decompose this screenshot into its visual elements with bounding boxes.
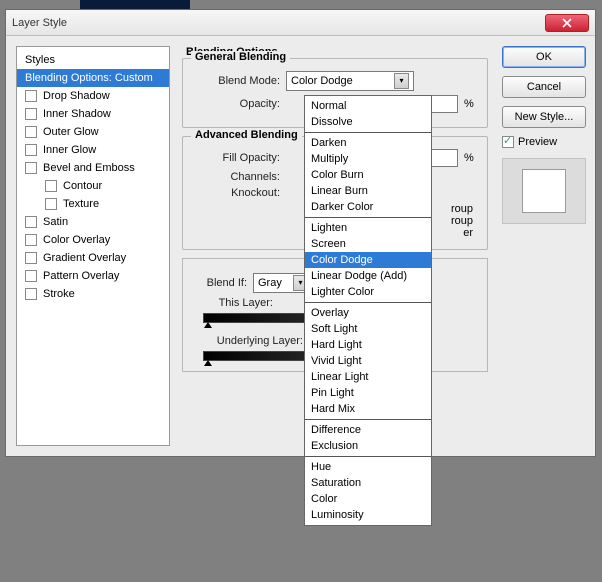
preview-label: Preview: [518, 136, 557, 148]
preview-swatch: [522, 169, 566, 213]
this-layer-label: This Layer:: [193, 297, 279, 309]
dropdown-item[interactable]: Lighter Color: [305, 284, 431, 300]
dropdown-item[interactable]: Linear Dodge (Add): [305, 268, 431, 284]
styles-item-label: Satin: [43, 216, 68, 228]
checkbox[interactable]: [25, 234, 37, 246]
dropdown-item[interactable]: Hard Light: [305, 337, 431, 353]
styles-item-label: Contour: [63, 180, 102, 192]
styles-item[interactable]: Color Overlay: [17, 231, 169, 249]
styles-item[interactable]: Bevel and Emboss: [17, 159, 169, 177]
styles-item-label: Inner Shadow: [43, 108, 111, 120]
close-button[interactable]: [545, 14, 589, 32]
dropdown-item[interactable]: Hard Mix: [305, 401, 431, 417]
ok-button[interactable]: OK: [502, 46, 586, 68]
dropdown-item[interactable]: Soft Light: [305, 321, 431, 337]
general-blending-title: General Blending: [191, 51, 290, 63]
styles-item[interactable]: Drop Shadow: [17, 87, 169, 105]
styles-panel: Styles Blending Options: Custom Drop Sha…: [16, 46, 170, 446]
styles-item[interactable]: Inner Shadow: [17, 105, 169, 123]
dropdown-item[interactable]: Saturation: [305, 475, 431, 491]
checkbox[interactable]: [25, 216, 37, 228]
percent-label: %: [464, 98, 474, 110]
styles-item[interactable]: Satin: [17, 213, 169, 231]
checkbox[interactable]: [25, 144, 37, 156]
styles-item[interactable]: Inner Glow: [17, 141, 169, 159]
blend-mode-combo[interactable]: Color Dodge ▾: [286, 71, 414, 91]
checkbox[interactable]: [25, 90, 37, 102]
dropdown-item[interactable]: Color Burn: [305, 167, 431, 183]
dropdown-item[interactable]: Darken: [305, 135, 431, 151]
dropdown-item[interactable]: Linear Light: [305, 369, 431, 385]
button-column: OK Cancel New Style... Preview: [502, 46, 586, 224]
dropdown-item[interactable]: Hue: [305, 459, 431, 475]
styles-item[interactable]: Pattern Overlay: [17, 267, 169, 285]
layer-style-dialog: Layer Style Styles Blending Options: Cus…: [5, 9, 596, 457]
checkbox[interactable]: [25, 270, 37, 282]
blend-if-label: Blend If:: [193, 277, 253, 289]
dropdown-item[interactable]: Linear Burn: [305, 183, 431, 199]
dropdown-item[interactable]: Overlay: [305, 305, 431, 321]
styles-item-label: Inner Glow: [43, 144, 96, 156]
preview-checkbox[interactable]: [502, 136, 514, 148]
styles-item-label: Bevel and Emboss: [43, 162, 135, 174]
dropdown-item[interactable]: Luminosity: [305, 507, 431, 523]
styles-item[interactable]: Stroke: [17, 285, 169, 303]
styles-header[interactable]: Styles: [17, 51, 169, 69]
dropdown-item[interactable]: Pin Light: [305, 385, 431, 401]
cancel-button[interactable]: Cancel: [502, 76, 586, 98]
dropdown-item[interactable]: Difference: [305, 422, 431, 438]
styles-item-label: Texture: [63, 198, 99, 210]
app-accent: [80, 0, 190, 9]
dropdown-item[interactable]: Vivid Light: [305, 353, 431, 369]
dropdown-item[interactable]: Normal: [305, 98, 431, 114]
checkbox[interactable]: [25, 288, 37, 300]
styles-item-blending-options[interactable]: Blending Options: Custom: [17, 69, 169, 87]
knockout-label: Knockout:: [191, 187, 286, 199]
blend-mode-label: Blend Mode:: [191, 75, 286, 87]
styles-item[interactable]: Contour: [17, 177, 169, 195]
dialog-title: Layer Style: [12, 17, 545, 29]
underlying-layer-label: Underlying Layer:: [193, 335, 309, 347]
checkbox[interactable]: [25, 252, 37, 264]
checkbox[interactable]: [25, 162, 37, 174]
dropdown-item[interactable]: Darker Color: [305, 199, 431, 215]
dropdown-item[interactable]: Exclusion: [305, 438, 431, 454]
dropdown-item[interactable]: Color Dodge: [305, 252, 431, 268]
dropdown-item[interactable]: Multiply: [305, 151, 431, 167]
blend-mode-dropdown[interactable]: NormalDissolveDarkenMultiplyColor BurnLi…: [304, 95, 432, 526]
chevron-down-icon: ▾: [394, 73, 409, 89]
checkbox[interactable]: [25, 108, 37, 120]
advanced-blending-title: Advanced Blending: [191, 129, 302, 141]
styles-item-label: Drop Shadow: [43, 90, 110, 102]
blend-mode-value: Color Dodge: [291, 75, 353, 87]
styles-item[interactable]: Outer Glow: [17, 123, 169, 141]
styles-item[interactable]: Texture: [17, 195, 169, 213]
dropdown-item[interactable]: Color: [305, 491, 431, 507]
styles-item-label: Color Overlay: [43, 234, 110, 246]
checkbox[interactable]: [25, 126, 37, 138]
preview-swatch-box: [502, 158, 586, 224]
dropdown-item[interactable]: Lighten: [305, 220, 431, 236]
fill-opacity-label: Fill Opacity:: [191, 152, 286, 164]
checkbox[interactable]: [45, 198, 57, 210]
styles-item-label: Outer Glow: [43, 126, 99, 138]
styles-item[interactable]: Gradient Overlay: [17, 249, 169, 267]
styles-item-label: Pattern Overlay: [43, 270, 119, 282]
dropdown-item[interactable]: Screen: [305, 236, 431, 252]
styles-item-label: Stroke: [43, 288, 75, 300]
titlebar[interactable]: Layer Style: [6, 10, 595, 36]
styles-item-label: Gradient Overlay: [43, 252, 126, 264]
channels-label: Channels:: [191, 171, 286, 183]
checkbox[interactable]: [45, 180, 57, 192]
new-style-button[interactable]: New Style...: [502, 106, 586, 128]
opacity-label: Opacity:: [191, 98, 286, 110]
dropdown-item[interactable]: Dissolve: [305, 114, 431, 130]
